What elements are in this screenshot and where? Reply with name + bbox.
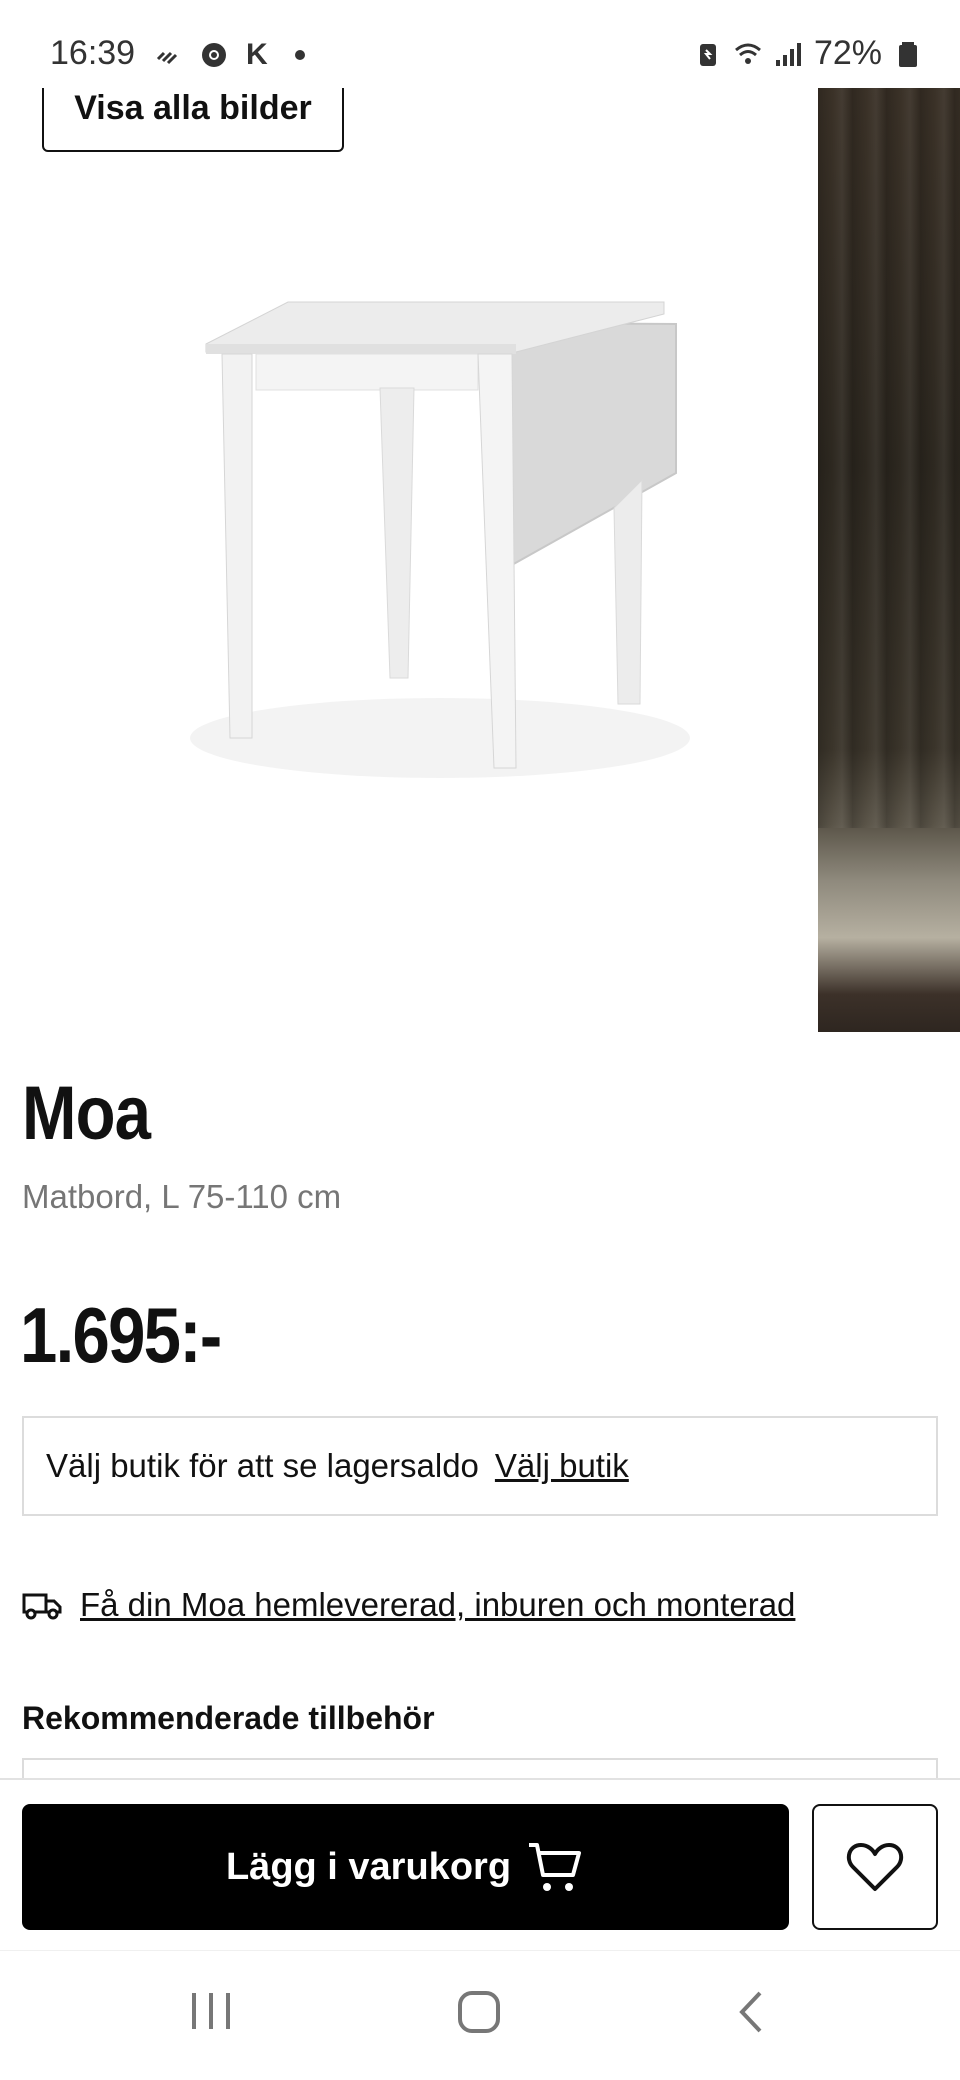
delivery-row[interactable]: Få din Moa hemlevererad, inburen och mon… [22,1586,795,1624]
truck-icon [22,1593,62,1620]
show-all-images-button[interactable]: Visa alla bilder [42,88,344,152]
product-image-gallery[interactable]: Visa alla bilder [0,88,960,1032]
home-icon[interactable] [456,1989,502,2035]
bottom-action-bar: Lägg i varukorg [0,1778,960,1950]
store-stock-text: Välj butik för att se lagersaldo [46,1447,479,1484]
curtain-texture [818,88,960,828]
signal-slash-icon [156,51,178,65]
heart-icon [846,1843,904,1891]
chrome-icon [202,43,226,67]
battery-percent: 72% [813,34,882,72]
product-secondary-image[interactable] [818,88,960,1032]
store-selector-box: Välj butik för att se lagersaldo Välj bu… [22,1416,938,1516]
wifi-icon [734,43,761,64]
home-delivery-link[interactable]: Få din Moa hemlevererad, inburen och mon… [80,1586,795,1624]
battery-saver-icon [699,43,716,66]
cart-icon [529,1843,582,1891]
battery-icon [899,41,917,67]
choose-store-link[interactable]: Välj butik [495,1447,629,1485]
status-bar: 16:39 K 72% [0,0,960,88]
product-title: Moa [22,1071,151,1156]
favorite-button[interactable] [812,1804,938,1930]
recent-apps-icon[interactable] [188,1989,234,2033]
status-right-icons: 72% [694,34,922,73]
back-icon[interactable] [732,1989,772,2035]
add-to-cart-button[interactable]: Lägg i varukorg [22,1804,789,1930]
status-left-icons: K [154,38,314,72]
system-navigation-bar [0,1950,960,2080]
table-illustration [190,301,690,778]
cell-signal-icon [775,42,801,66]
add-to-cart-label: Lägg i varukorg [225,1845,512,1888]
k-app-icon: K [246,38,268,71]
recommended-accessories-title: Rekommenderade tillbehör [22,1700,435,1736]
dot-icon [294,50,305,60]
product-main-image[interactable] [0,88,818,1032]
status-time: 16:39 [50,34,136,72]
product-description: Matbord, L 75-110 cm [22,1178,342,1215]
product-price: 1.695:- [20,1291,222,1379]
